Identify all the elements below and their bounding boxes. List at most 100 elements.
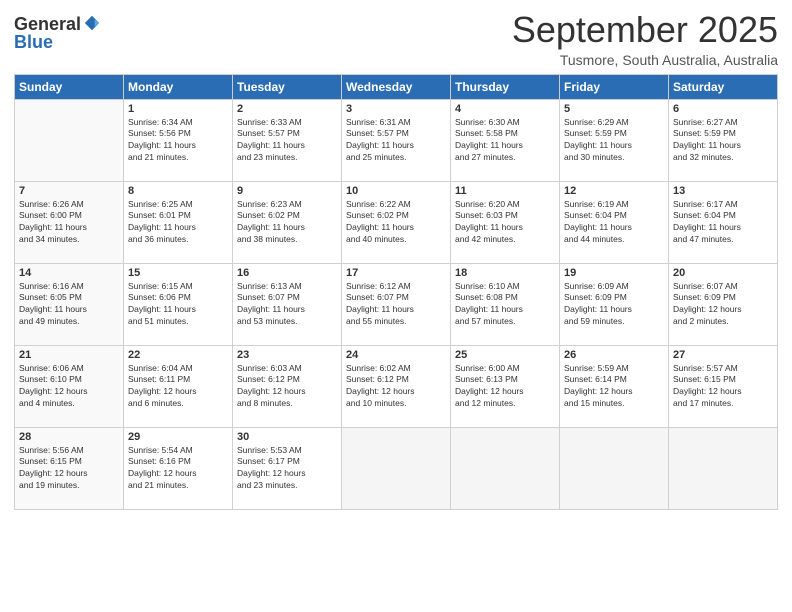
cell-content-w1-d2: Sunrise: 6:34 AMSunset: 5:56 PMDaylight:… [128, 117, 228, 165]
logo-general-text: General [14, 15, 81, 33]
day-number-w5-d1: 28 [19, 431, 119, 443]
month-title: September 2025 [512, 10, 778, 50]
cell-content-w3-d1: Sunrise: 6:16 AMSunset: 6:05 PMDaylight:… [19, 281, 119, 329]
cell-content-w4-d3: Sunrise: 6:03 AMSunset: 6:12 PMDaylight:… [237, 363, 337, 411]
cell-content-w3-d2: Sunrise: 6:15 AMSunset: 6:06 PMDaylight:… [128, 281, 228, 329]
week-row-4: 21 Sunrise: 6:06 AMSunset: 6:10 PMDayligh… [15, 345, 778, 427]
calendar-cell-w1-d4: 3Sunrise: 6:31 AMSunset: 5:57 PMDaylight… [342, 99, 451, 181]
calendar-cell-w5-d6 [560, 427, 669, 509]
calendar-cell-w4-d2: 22 Sunrise: 6:04 AMSunset: 6:11 PMDayligh… [124, 345, 233, 427]
cell-content-w4-d1: Sunrise: 6:06 AMSunset: 6:10 PMDaylight:… [19, 363, 119, 411]
cell-content-w1-d5: Sunrise: 6:30 AMSunset: 5:58 PMDaylight:… [455, 117, 555, 165]
day-number-w3-d7: 20 [673, 267, 773, 279]
calendar-cell-w2-d2: 8Sunrise: 6:25 AMSunset: 6:01 PMDaylight… [124, 181, 233, 263]
cell-content-w2-d7: Sunrise: 6:17 AMSunset: 6:04 PMDaylight:… [673, 199, 773, 247]
cell-content-w2-d1: Sunrise: 6:26 AMSunset: 6:00 PMDaylight:… [19, 199, 119, 247]
cell-content-w3-d6: Sunrise: 6:09 AMSunset: 6:09 PMDaylight:… [564, 281, 664, 329]
cell-content-w5-d3: Sunrise: 5:53 AMSunset: 6:17 PMDaylight:… [237, 445, 337, 493]
day-number-w2-d1: 7 [19, 185, 119, 197]
header-thursday: Thursday [451, 74, 560, 99]
cell-content-w4-d5: Sunrise: 6:00 AMSunset: 6:13 PMDaylight:… [455, 363, 555, 411]
calendar-cell-w5-d4 [342, 427, 451, 509]
calendar-cell-w3-d2: 15 Sunrise: 6:15 AMSunset: 6:06 PMDayligh… [124, 263, 233, 345]
week-row-2: 7 Sunrise: 6:26 AMSunset: 6:00 PMDaylight… [15, 181, 778, 263]
calendar-cell-w1-d3: 2 Sunrise: 6:33 AMSunset: 5:57 PMDaylight… [233, 99, 342, 181]
cell-content-w1-d3: Sunrise: 6:33 AMSunset: 5:57 PMDaylight:… [237, 117, 337, 165]
calendar-cell-w2-d1: 7 Sunrise: 6:26 AMSunset: 6:00 PMDaylight… [15, 181, 124, 263]
day-number-w1-d7: 6 [673, 103, 773, 115]
logo-blue-text: Blue [14, 33, 53, 51]
calendar-cell-w2-d6: 12 Sunrise: 6:19 AMSunset: 6:04 PMDayligh… [560, 181, 669, 263]
week-row-1: 1 Sunrise: 6:34 AMSunset: 5:56 PMDaylight… [15, 99, 778, 181]
day-number-w4-d5: 25 [455, 349, 555, 361]
cell-content-w4-d2: Sunrise: 6:04 AMSunset: 6:11 PMDaylight:… [128, 363, 228, 411]
cell-content-w3-d5: Sunrise: 6:10 AMSunset: 6:08 PMDaylight:… [455, 281, 555, 329]
day-number-w3-d1: 14 [19, 267, 119, 279]
calendar-cell-w5-d5 [451, 427, 560, 509]
calendar-cell-w2-d4: 10 Sunrise: 6:22 AMSunset: 6:02 PMDayligh… [342, 181, 451, 263]
day-number-w4-d7: 27 [673, 349, 773, 361]
cell-content-w2-d4: Sunrise: 6:22 AMSunset: 6:02 PMDaylight:… [346, 199, 446, 247]
calendar-cell-w5-d1: 28 Sunrise: 5:56 AMSunset: 6:15 PMDayligh… [15, 427, 124, 509]
day-number-w4-d4: 24 [346, 349, 446, 361]
cell-content-w3-d3: Sunrise: 6:13 AMSunset: 6:07 PMDaylight:… [237, 281, 337, 329]
calendar-cell-w2-d5: 11Sunrise: 6:20 AMSunset: 6:03 PMDayligh… [451, 181, 560, 263]
location-title: Tusmore, South Australia, Australia [512, 52, 778, 68]
day-number-w1-d2: 1 [128, 103, 228, 115]
cell-content-w1-d6: Sunrise: 6:29 AMSunset: 5:59 PMDaylight:… [564, 117, 664, 165]
calendar-cell-w1-d1 [15, 99, 124, 181]
calendar-cell-w5-d7 [669, 427, 778, 509]
page: General Blue September 2025 Tusmore, Sou… [0, 0, 792, 612]
cell-content-w4-d4: Sunrise: 6:02 AMSunset: 6:12 PMDaylight:… [346, 363, 446, 411]
day-number-w4-d3: 23 [237, 349, 337, 361]
calendar-cell-w3-d5: 18 Sunrise: 6:10 AMSunset: 6:08 PMDayligh… [451, 263, 560, 345]
day-number-w5-d2: 29 [128, 431, 228, 443]
day-number-w1-d4: 3 [346, 103, 446, 115]
day-number-w3-d5: 18 [455, 267, 555, 279]
header-sunday: Sunday [15, 74, 124, 99]
day-number-w2-d3: 9 [237, 185, 337, 197]
calendar-cell-w4-d1: 21 Sunrise: 6:06 AMSunset: 6:10 PMDayligh… [15, 345, 124, 427]
calendar-cell-w5-d2: 29 Sunrise: 5:54 AMSunset: 6:16 PMDayligh… [124, 427, 233, 509]
calendar-cell-w3-d3: 16 Sunrise: 6:13 AMSunset: 6:07 PMDayligh… [233, 263, 342, 345]
cell-content-w5-d2: Sunrise: 5:54 AMSunset: 6:16 PMDaylight:… [128, 445, 228, 493]
day-number-w3-d3: 16 [237, 267, 337, 279]
week-row-5: 28 Sunrise: 5:56 AMSunset: 6:15 PMDayligh… [15, 427, 778, 509]
header-saturday: Saturday [669, 74, 778, 99]
header-monday: Monday [124, 74, 233, 99]
day-number-w4-d6: 26 [564, 349, 664, 361]
day-number-w2-d5: 11 [455, 185, 555, 197]
calendar-cell-w2-d3: 9 Sunrise: 6:23 AMSunset: 6:02 PMDaylight… [233, 181, 342, 263]
calendar-cell-w4-d7: 27Sunrise: 5:57 AMSunset: 6:15 PMDayligh… [669, 345, 778, 427]
cell-content-w2-d2: Sunrise: 6:25 AMSunset: 6:01 PMDaylight:… [128, 199, 228, 247]
day-number-w2-d4: 10 [346, 185, 446, 197]
header-friday: Friday [560, 74, 669, 99]
cell-content-w5-d1: Sunrise: 5:56 AMSunset: 6:15 PMDaylight:… [19, 445, 119, 493]
day-number-w1-d6: 5 [564, 103, 664, 115]
calendar-cell-w2-d7: 13Sunrise: 6:17 AMSunset: 6:04 PMDayligh… [669, 181, 778, 263]
calendar-cell-w3-d1: 14 Sunrise: 6:16 AMSunset: 6:05 PMDayligh… [15, 263, 124, 345]
day-number-w4-d2: 22 [128, 349, 228, 361]
day-number-w1-d3: 2 [237, 103, 337, 115]
logo: General Blue [14, 10, 101, 51]
day-number-w4-d1: 21 [19, 349, 119, 361]
cell-content-w2-d6: Sunrise: 6:19 AMSunset: 6:04 PMDaylight:… [564, 199, 664, 247]
cell-content-w1-d7: Sunrise: 6:27 AMSunset: 5:59 PMDaylight:… [673, 117, 773, 165]
cell-content-w2-d3: Sunrise: 6:23 AMSunset: 6:02 PMDaylight:… [237, 199, 337, 247]
day-number-w3-d2: 15 [128, 267, 228, 279]
header-wednesday: Wednesday [342, 74, 451, 99]
calendar-cell-w1-d5: 4 Sunrise: 6:30 AMSunset: 5:58 PMDaylight… [451, 99, 560, 181]
day-number-w2-d6: 12 [564, 185, 664, 197]
day-number-w1-d5: 4 [455, 103, 555, 115]
cell-content-w3-d7: Sunrise: 6:07 AMSunset: 6:09 PMDaylight:… [673, 281, 773, 329]
calendar-cell-w5-d3: 30 Sunrise: 5:53 AMSunset: 6:17 PMDayligh… [233, 427, 342, 509]
calendar-cell-w4-d6: 26Sunrise: 5:59 AMSunset: 6:14 PMDayligh… [560, 345, 669, 427]
header: General Blue September 2025 Tusmore, Sou… [14, 10, 778, 68]
calendar-cell-w1-d7: 6 Sunrise: 6:27 AMSunset: 5:59 PMDaylight… [669, 99, 778, 181]
calendar-cell-w3-d7: 20 Sunrise: 6:07 AMSunset: 6:09 PMDayligh… [669, 263, 778, 345]
day-number-w5-d3: 30 [237, 431, 337, 443]
title-block: September 2025 Tusmore, South Australia,… [512, 10, 778, 68]
calendar-cell-w4-d3: 23 Sunrise: 6:03 AMSunset: 6:12 PMDayligh… [233, 345, 342, 427]
calendar-cell-w3-d6: 19Sunrise: 6:09 AMSunset: 6:09 PMDayligh… [560, 263, 669, 345]
logo-icon [83, 14, 101, 32]
